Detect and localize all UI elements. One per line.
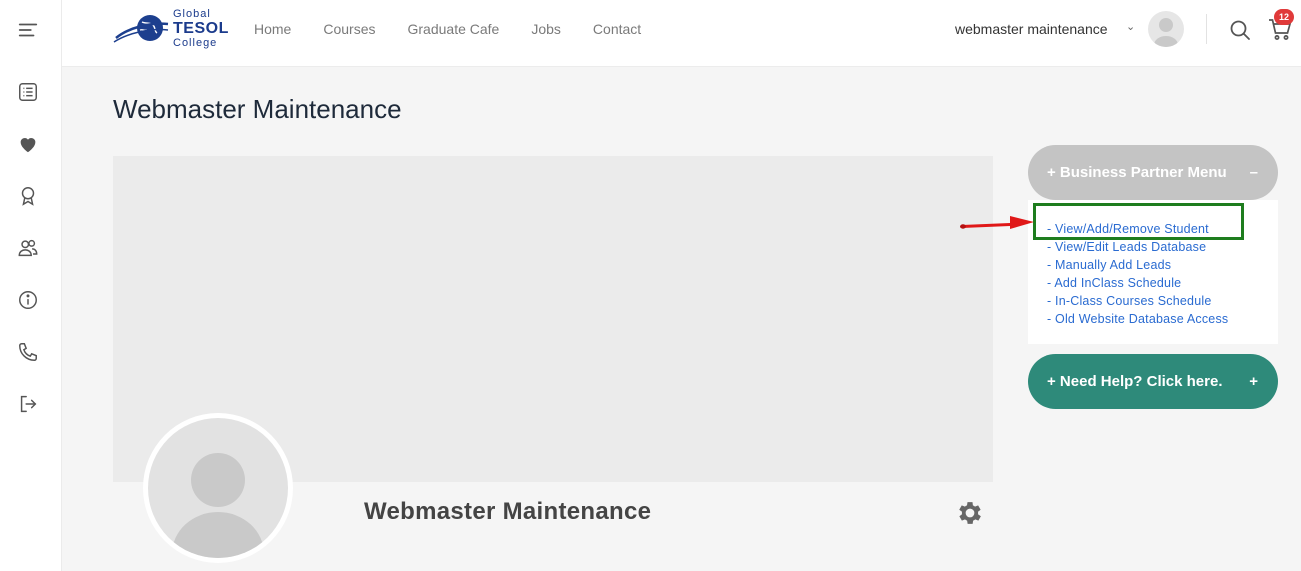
link-manually-add-leads[interactable]: - Manually Add Leads [1047,256,1278,274]
top-navbar: Global TESOL College Home Courses Gradua… [62,0,1301,67]
logo-line-1: Global [173,8,211,20]
user-avatar[interactable] [1148,11,1184,47]
link-view-edit-leads-database[interactable]: - View/Edit Leads Database [1047,238,1278,256]
need-help-button[interactable]: + Need Help? Click here. + [1028,354,1278,409]
logo-line-3: College [173,37,218,49]
link-old-website-database-access[interactable]: - Old Website Database Access [1047,310,1278,328]
profile-name: Webmaster Maintenance [364,498,652,525]
award-icon[interactable] [14,182,42,210]
info-icon[interactable] [14,286,42,314]
link-view-add-remove-student[interactable]: - View/Add/Remove Student [1047,220,1278,238]
link-add-inclass-schedule[interactable]: - Add InClass Schedule [1047,274,1278,292]
menu-icon[interactable] [14,16,42,44]
globe-logo-icon [113,15,169,43]
collapse-icon[interactable]: – [1250,164,1258,181]
main-nav: Home Courses Graduate Cafe Jobs Contact [254,21,641,37]
cart-count-badge: 12 [1274,9,1294,25]
link-in-class-courses-schedule[interactable]: - In-Class Courses Schedule [1047,292,1278,310]
page-title: Webmaster Maintenance [113,94,402,124]
logo-line-2: TESOL [173,20,229,37]
nav-jobs[interactable]: Jobs [531,21,561,37]
list-icon[interactable] [14,78,42,106]
business-partner-menu-button[interactable]: + Business Partner Menu – [1028,145,1278,200]
sidebar-rail [0,0,62,571]
search-icon[interactable] [1228,18,1252,42]
phone-icon[interactable] [14,338,42,366]
chevron-down-icon[interactable]: ⌄ [1126,20,1135,33]
business-partner-menu-label: + Business Partner Menu [1047,164,1227,181]
user-placeholder-icon [172,453,264,558]
profile-avatar[interactable] [143,413,293,563]
gear-icon[interactable] [955,498,985,528]
user-menu-name[interactable]: webmaster maintenance [955,21,1108,37]
nav-contact[interactable]: Contact [593,21,641,37]
heart-icon[interactable] [14,130,42,158]
nav-home[interactable]: Home [254,21,291,37]
nav-courses[interactable]: Courses [323,21,375,37]
nav-graduate-cafe[interactable]: Graduate Cafe [408,21,500,37]
toolbar-divider [1206,14,1207,44]
business-partner-menu-panel: - View/Add/Remove Student - View/Edit Le… [1028,200,1278,344]
users-icon[interactable] [14,234,42,262]
logout-icon[interactable] [14,390,42,418]
logo-text: Global TESOL College [173,9,229,49]
need-help-label: + Need Help? Click here. [1047,373,1223,390]
expand-icon[interactable]: + [1249,373,1258,390]
